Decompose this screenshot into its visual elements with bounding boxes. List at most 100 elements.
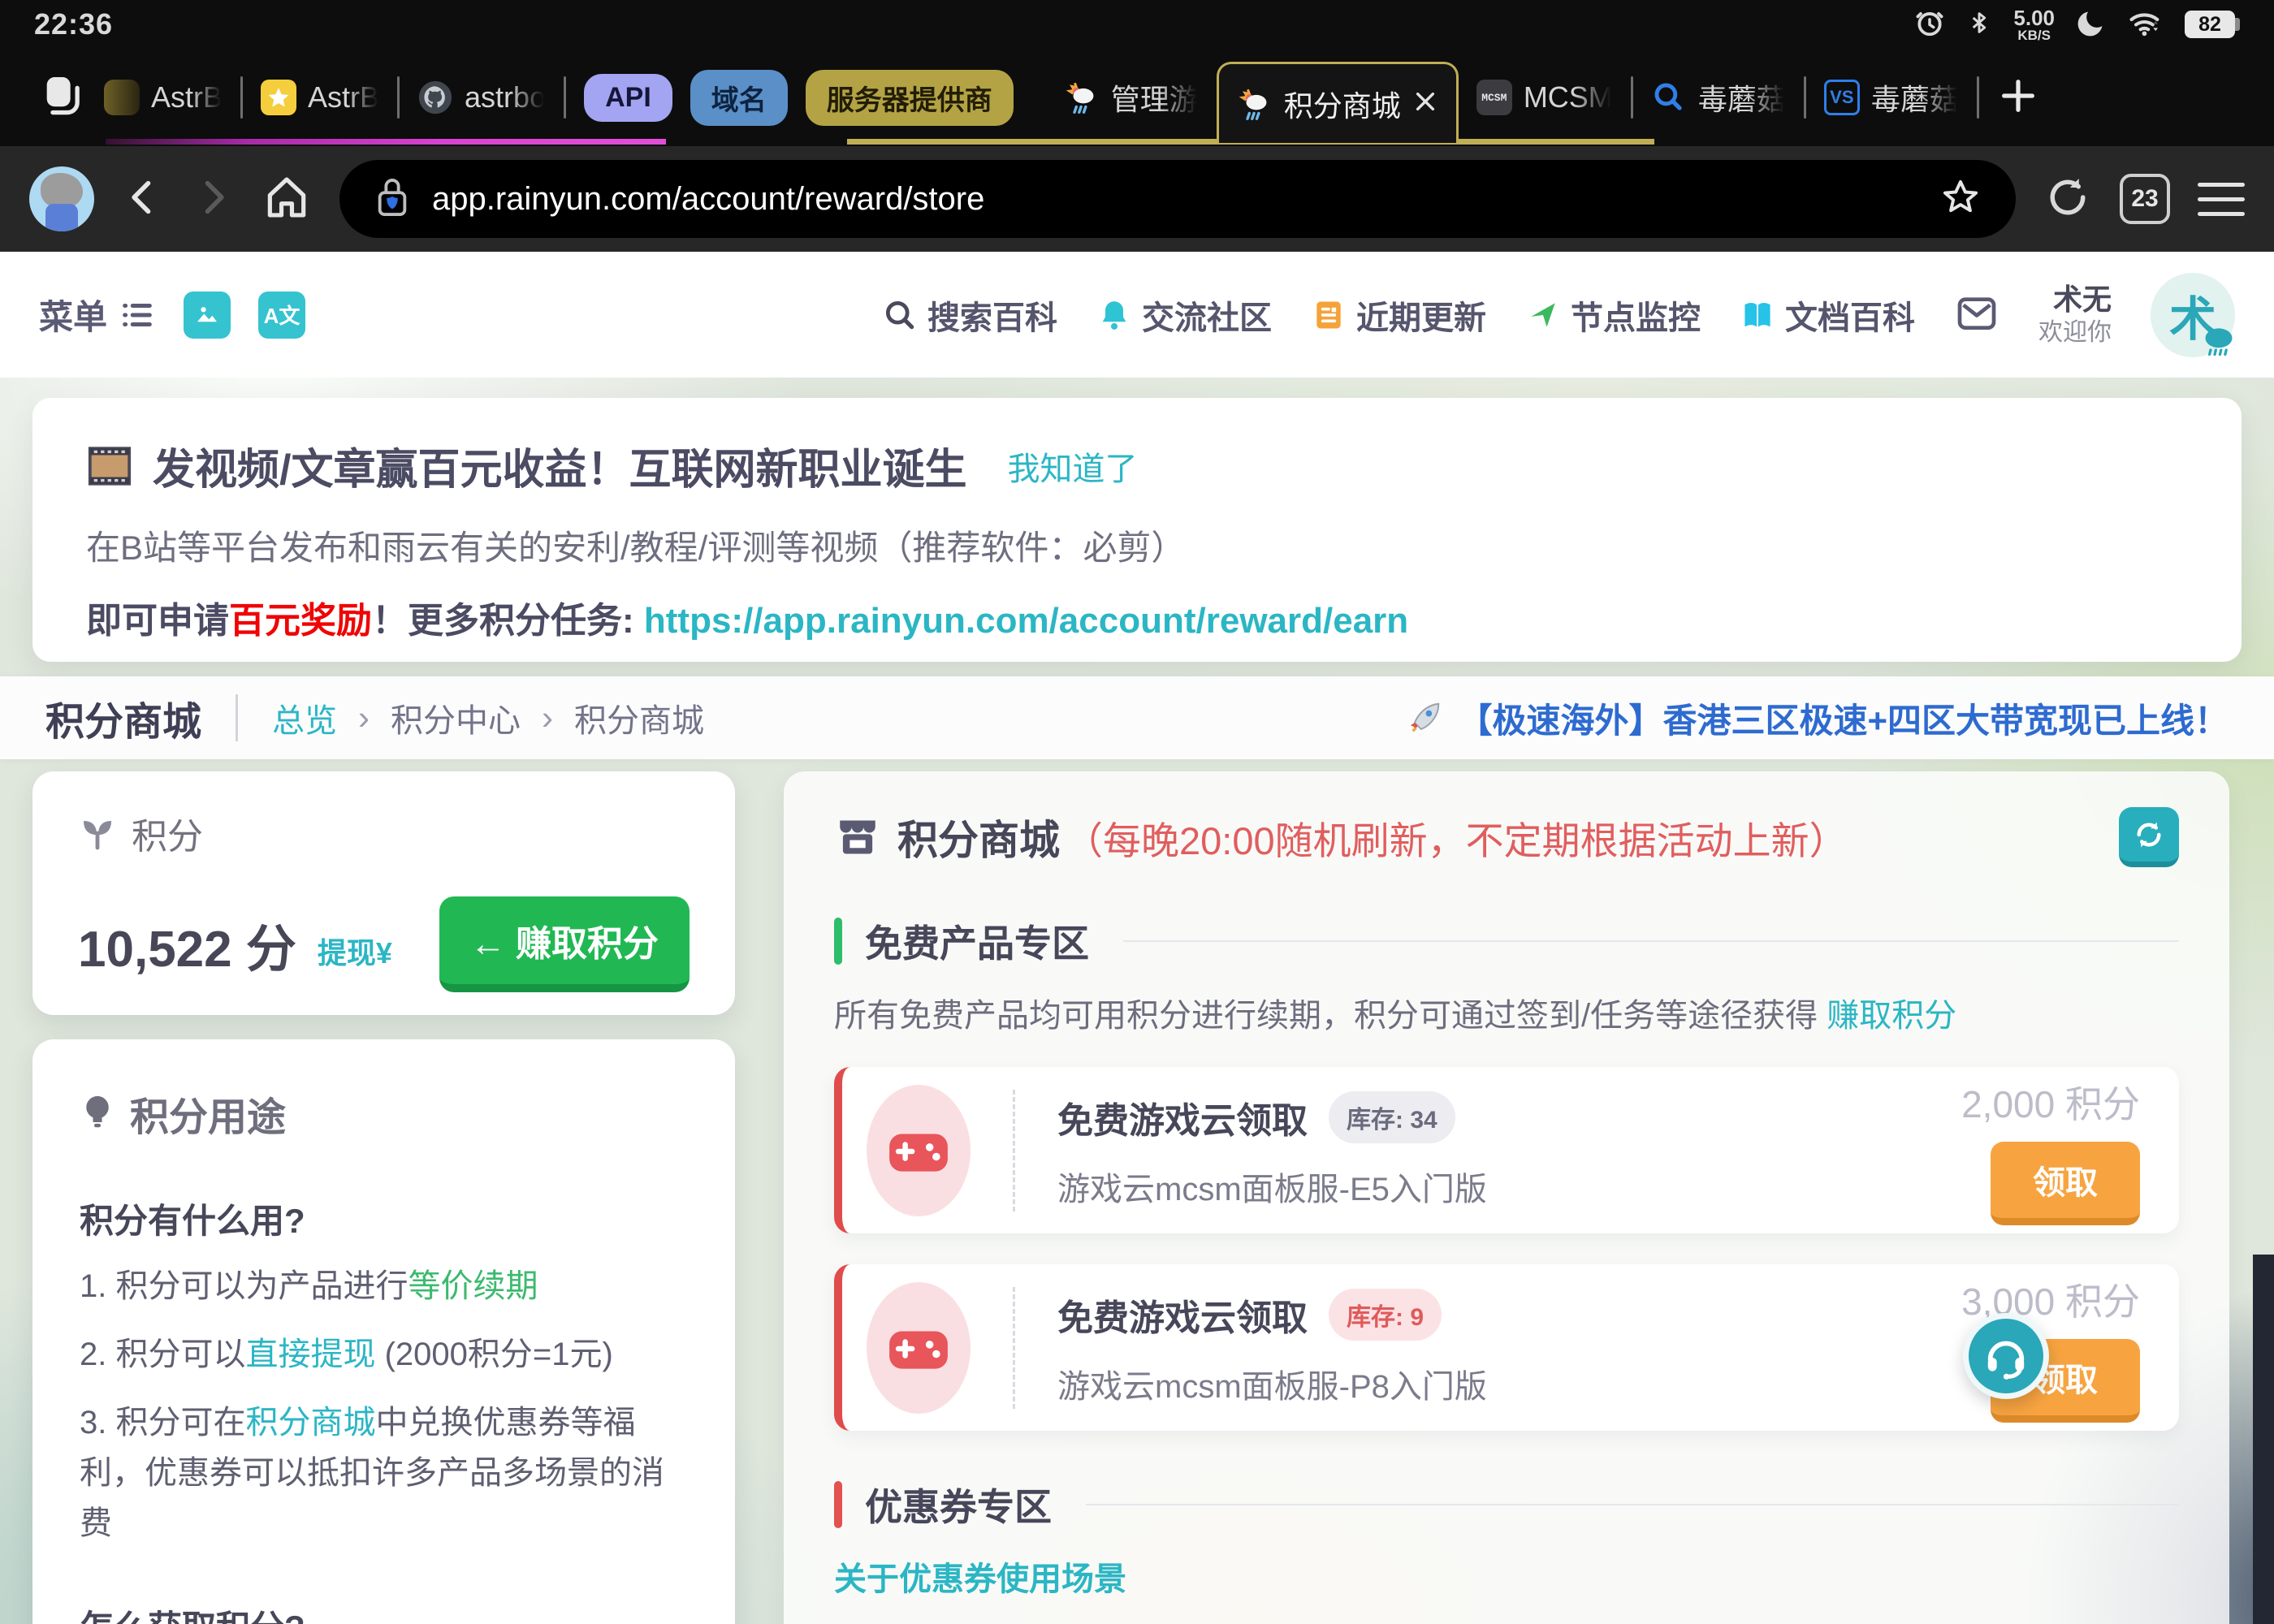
tab-mushroom-vs[interactable]: VS 毒蘑菇: [1824, 76, 1959, 119]
forward-button[interactable]: [192, 171, 234, 227]
vscode-favicon: VS: [1824, 80, 1860, 115]
url-text: app.rainyun.com/account/reward/store: [432, 181, 1918, 218]
tab-mushroom-search[interactable]: 毒蘑菇: [1651, 76, 1786, 119]
nav-community[interactable]: 交流社区: [1096, 292, 1272, 339]
site-menu-button[interactable]: 菜单: [39, 290, 156, 339]
nav-node-monitor[interactable]: 节点监控: [1525, 292, 1701, 339]
product-title: 免费游戏云领取: [1057, 1091, 1308, 1143]
claim-button[interactable]: 领取: [1991, 1142, 2140, 1225]
close-tab-icon[interactable]: [1412, 89, 1438, 119]
dashed-divider: [1013, 1090, 1015, 1212]
address-bar[interactable]: app.rainyun.com/account/reward/store: [339, 160, 2016, 238]
customer-support-button[interactable]: [1963, 1313, 2049, 1399]
divider: [236, 694, 238, 741]
section-accent-bar: [834, 918, 842, 965]
astrbot-favicon: [104, 80, 140, 115]
wallpaper-icon[interactable]: [184, 292, 231, 339]
star-favicon: [261, 80, 296, 115]
translate-icon[interactable]: A文: [258, 292, 305, 339]
product-image: [867, 1085, 971, 1216]
tab-group-icon[interactable]: [39, 72, 86, 123]
lightbulb-icon: [80, 1092, 115, 1134]
tab-github[interactable]: astrbo: [417, 80, 546, 115]
banner-reward-line: 即可申请百元奖励！更多积分任务: https://app.rainyun.com…: [86, 591, 2188, 643]
withdraw-link[interactable]: 提现¥: [318, 930, 392, 972]
earn-points-link[interactable]: 赚取积分: [1827, 998, 1956, 1034]
product-price: 2,000 积分: [1961, 1075, 2140, 1129]
rocket-icon: [1406, 699, 1443, 736]
points-card-title: 积分: [132, 807, 203, 859]
usage-item: 3. 积分可在积分商城中兑换优惠券等福利，优惠券可以抵扣许多产品多场景的消费: [80, 1397, 688, 1548]
night-mode-icon: [2076, 7, 2107, 42]
breadcrumb-bar: 积分商城 总览 › 积分中心 › 积分商城 【极速海外】香港三区极速+四区大带宽…: [0, 676, 2274, 759]
announcement-link[interactable]: 【极速海外】香港三区极速+四区大带宽现已上线！: [1406, 693, 2229, 743]
earn-url-link[interactable]: https://app.rainyun.com/account/reward/e…: [644, 601, 1408, 641]
tab-label: astrbo: [465, 80, 546, 114]
back-button[interactable]: [122, 171, 164, 227]
tab-label: 积分商城: [1284, 83, 1401, 125]
tab-group-underline-pink: [106, 139, 666, 145]
nav-recent-updates[interactable]: 近期更新: [1311, 292, 1486, 339]
earn-points-button[interactable]: ← 赚取积分: [439, 896, 690, 992]
coupon-usage-link[interactable]: 关于优惠券使用场景: [834, 1553, 2179, 1600]
rainyun-favicon: [1064, 80, 1100, 115]
tab-astrbot-1[interactable]: AstrB: [104, 80, 223, 115]
mcsm-favicon: MCSM: [1476, 80, 1512, 115]
site-header-right: 搜索百科 交流社区 近期更新 节点监控 文档百科 术无 欢迎你: [882, 273, 2235, 357]
home-button[interactable]: [262, 172, 312, 227]
alarm-icon: [1914, 7, 1945, 42]
menu-button[interactable]: [2198, 183, 2245, 216]
tab-astrbot-2[interactable]: AstrB: [261, 80, 379, 115]
tab-mcsm[interactable]: MCSM MCSM: [1476, 80, 1613, 115]
points-usage-card: 积分用途 积分有什么用? 1. 积分可以为产品进行等价续期 2. 积分可以直接提…: [32, 1039, 735, 1624]
tab-separator: [1977, 76, 1979, 119]
usage-card-header: 积分用途: [80, 1085, 688, 1142]
tab-points-store-active[interactable]: 积分商城: [1217, 62, 1459, 143]
points-store-link[interactable]: 积分商城: [245, 1405, 375, 1440]
site-avatar[interactable]: 术: [2151, 273, 2235, 357]
mail-icon[interactable]: [1954, 290, 1999, 339]
crumb-points-center[interactable]: 积分中心: [391, 694, 521, 741]
github-favicon: [417, 80, 453, 115]
lock-icon[interactable]: [374, 175, 411, 224]
new-tab-button[interactable]: [1997, 75, 2039, 121]
free-products-section-header: 免费产品专区: [834, 914, 2179, 968]
equal-renewal-link[interactable]: 等价续期: [408, 1268, 538, 1304]
book-icon: [1740, 297, 1775, 333]
crumb-points-store: 积分商城: [574, 694, 704, 741]
site-header-left: 菜单 A文: [39, 290, 305, 339]
usage-item: 1. 积分可以为产品进行等价续期: [80, 1261, 688, 1311]
product-price-block: 2,000 积分 领取: [1961, 1075, 2140, 1225]
product-image: [867, 1282, 971, 1414]
section-divider-line: [1086, 1504, 2179, 1505]
gamepad-icon: [885, 1117, 952, 1184]
crumb-overview[interactable]: 总览: [272, 694, 337, 741]
bookmark-star-icon[interactable]: [1939, 176, 1982, 222]
sprout-icon: [78, 814, 117, 853]
tab-label: 毒蘑菇: [1871, 76, 1959, 119]
tab-count-button[interactable]: 23: [2120, 174, 2170, 224]
tab-label: MCSM: [1524, 80, 1613, 114]
tab-separator: [1631, 76, 1633, 119]
tab-label: 毒蘑菇: [1698, 76, 1786, 119]
search-icon: [882, 297, 918, 333]
status-bar: 22:36 5.00 KB/S 82: [0, 0, 2274, 49]
tab-server-provider[interactable]: 服务器提供商: [806, 70, 1014, 126]
tab-api[interactable]: API: [584, 74, 672, 122]
free-section-description: 所有免费产品均可用积分进行续期，积分可通过签到/任务等途径获得 赚取积分: [834, 989, 2179, 1036]
tab-separator: [397, 76, 400, 119]
store-refresh-button[interactable]: [2119, 807, 2179, 867]
profile-avatar[interactable]: [29, 166, 94, 231]
points-card-header: 积分: [78, 807, 690, 859]
section-divider-line: [1123, 940, 2179, 942]
tab-domain[interactable]: 域名: [690, 70, 788, 126]
nav-docs-wiki[interactable]: 文档百科: [1740, 292, 1915, 339]
browser-screen: 22:36 5.00 KB/S 82 AstrB AstrB: [0, 0, 2274, 1624]
tab-manage-game[interactable]: 管理游: [1064, 76, 1199, 119]
page-title: 积分商城: [45, 689, 201, 746]
direct-withdraw-link[interactable]: 直接提现: [245, 1337, 375, 1372]
reload-button[interactable]: [2043, 173, 2092, 226]
nav-search-wiki[interactable]: 搜索百科: [882, 292, 1057, 339]
banner-dismiss-link[interactable]: 我知道了: [1007, 443, 1137, 490]
speed-unit: KB/S: [2013, 28, 2055, 42]
